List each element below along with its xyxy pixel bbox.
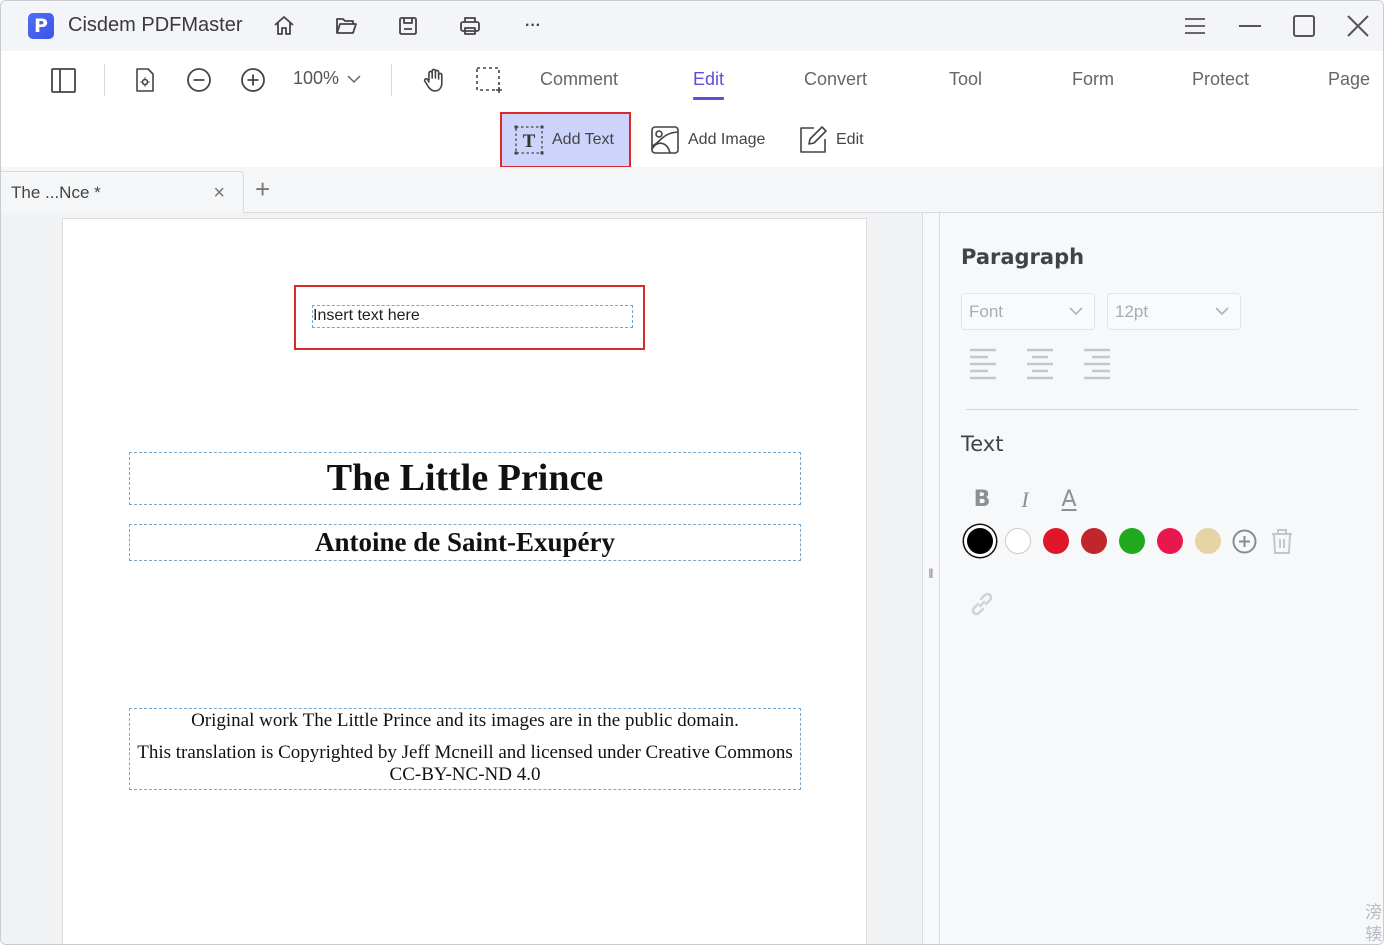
add-text-icon: T: [514, 125, 544, 155]
document-tab[interactable]: The ...Nce * ×: [1, 171, 244, 214]
more-icon[interactable]: ···: [521, 14, 545, 38]
close-icon[interactable]: [1346, 14, 1370, 38]
tab-page[interactable]: Page: [1328, 69, 1370, 90]
zoom-level-value: 100%: [293, 68, 340, 88]
add-image-label: Add Image: [688, 131, 766, 148]
align-center-icon[interactable]: [1026, 348, 1056, 380]
splitter-grip-icon[interactable]: II: [928, 565, 934, 581]
save-icon[interactable]: [396, 14, 420, 38]
title-bar: P Cisdem PDFMaster ···: [1, 1, 1383, 51]
toolbar-divider: [391, 64, 392, 96]
color-swatch-green[interactable]: [1119, 528, 1145, 554]
color-swatch-red[interactable]: [1043, 528, 1069, 554]
edit-pencil-icon: [800, 126, 827, 153]
app-window: P Cisdem PDFMaster ··· 100% Comment Edit…: [0, 0, 1384, 945]
minimize-icon[interactable]: [1238, 14, 1262, 38]
close-tab-icon[interactable]: ×: [213, 182, 225, 205]
edit-label: Edit: [836, 131, 864, 148]
text-heading: Text: [961, 432, 1004, 456]
color-swatch-black[interactable]: [967, 528, 993, 554]
chevron-down-icon: [1215, 307, 1229, 316]
home-icon[interactable]: [272, 14, 296, 38]
font-dropdown-value: Font: [969, 301, 1004, 321]
svg-text:T: T: [523, 131, 536, 152]
tab-convert[interactable]: Convert: [804, 69, 867, 90]
credit-line-3: CC-BY-NC-ND 4.0: [389, 764, 541, 785]
underline-button[interactable]: A: [1057, 487, 1081, 512]
color-swatch-crimson[interactable]: [1157, 528, 1183, 554]
edit-button[interactable]: Edit: [786, 114, 876, 166]
maximize-icon[interactable]: [1292, 14, 1316, 38]
panel-splitter[interactable]: II: [922, 213, 940, 944]
title-text-box[interactable]: The Little Prince: [129, 452, 801, 505]
open-folder-icon[interactable]: [334, 14, 358, 38]
add-color-icon[interactable]: [1232, 529, 1257, 554]
color-swatch-dark-red[interactable]: [1081, 528, 1107, 554]
new-text-box[interactable]: Insert text here: [312, 305, 633, 328]
marquee-select-icon[interactable]: [474, 65, 504, 95]
credit-line-1: Original work The Little Prince and its …: [191, 710, 739, 731]
page-settings-icon[interactable]: [130, 65, 160, 95]
color-swatch-beige[interactable]: [1195, 528, 1221, 554]
link-icon[interactable]: [969, 591, 995, 617]
app-title: Cisdem PDFMaster: [68, 14, 243, 36]
align-right-icon[interactable]: [1083, 348, 1113, 380]
chevron-down-icon: [347, 74, 361, 83]
tab-edit[interactable]: Edit: [693, 69, 725, 100]
document-tab-label: The ...Nce *: [11, 183, 101, 202]
menu-icon[interactable]: [1183, 14, 1207, 38]
add-image-icon: [651, 126, 679, 154]
font-size-value: 12pt: [1115, 301, 1149, 321]
align-left-icon[interactable]: [969, 348, 999, 380]
properties-panel: Paragraph Font 12pt Text B I A 滂 辏: [940, 213, 1383, 944]
italic-button[interactable]: I: [1013, 487, 1037, 513]
main-toolbar: 100% Comment Edit Convert Tool Form Prot…: [1, 51, 1383, 109]
document-viewport: Insert text here The Little Prince Antoi…: [1, 213, 922, 944]
add-tab-button[interactable]: +: [255, 174, 270, 205]
add-image-button[interactable]: Add Image: [638, 114, 777, 166]
font-size-dropdown[interactable]: 12pt: [1107, 293, 1241, 330]
tab-form[interactable]: Form: [1072, 69, 1114, 90]
sidebar-toggle-icon[interactable]: [48, 65, 78, 95]
print-icon[interactable]: [458, 14, 482, 38]
hand-tool-icon[interactable]: [420, 65, 450, 95]
credit-line-2: This translation is Copyrighted by Jeff …: [137, 742, 793, 763]
toolbar-divider: [104, 64, 105, 96]
pdf-page: Insert text here The Little Prince Antoi…: [62, 218, 867, 944]
add-text-label: Add Text: [552, 131, 614, 148]
tab-protect[interactable]: Protect: [1192, 69, 1249, 90]
document-tab-strip: The ...Nce * × +: [1, 167, 1383, 214]
watermark-text: 滂 辏: [1365, 903, 1382, 944]
paragraph-heading: Paragraph: [961, 245, 1085, 269]
tab-tool[interactable]: Tool: [949, 69, 982, 90]
color-swatch-white[interactable]: [1005, 528, 1031, 554]
font-dropdown[interactable]: Font: [961, 293, 1095, 330]
zoom-level-select[interactable]: 100%: [293, 68, 361, 89]
zoom-in-icon[interactable]: [238, 65, 268, 95]
bold-button[interactable]: B: [970, 487, 994, 512]
add-text-button[interactable]: T Add Text: [500, 112, 631, 168]
zoom-out-icon[interactable]: [184, 65, 214, 95]
chevron-down-icon: [1069, 307, 1083, 316]
credit-text-box[interactable]: Original work The Little Prince and its …: [129, 708, 801, 790]
app-logo: P: [28, 13, 54, 39]
delete-color-icon[interactable]: [1271, 528, 1293, 554]
author-text-box[interactable]: Antoine de Saint-Exupéry: [129, 524, 801, 561]
tab-comment[interactable]: Comment: [540, 69, 618, 90]
panel-divider: [966, 409, 1358, 410]
edit-subtoolbar: T Add Text Add Image Edit: [1, 109, 1383, 168]
